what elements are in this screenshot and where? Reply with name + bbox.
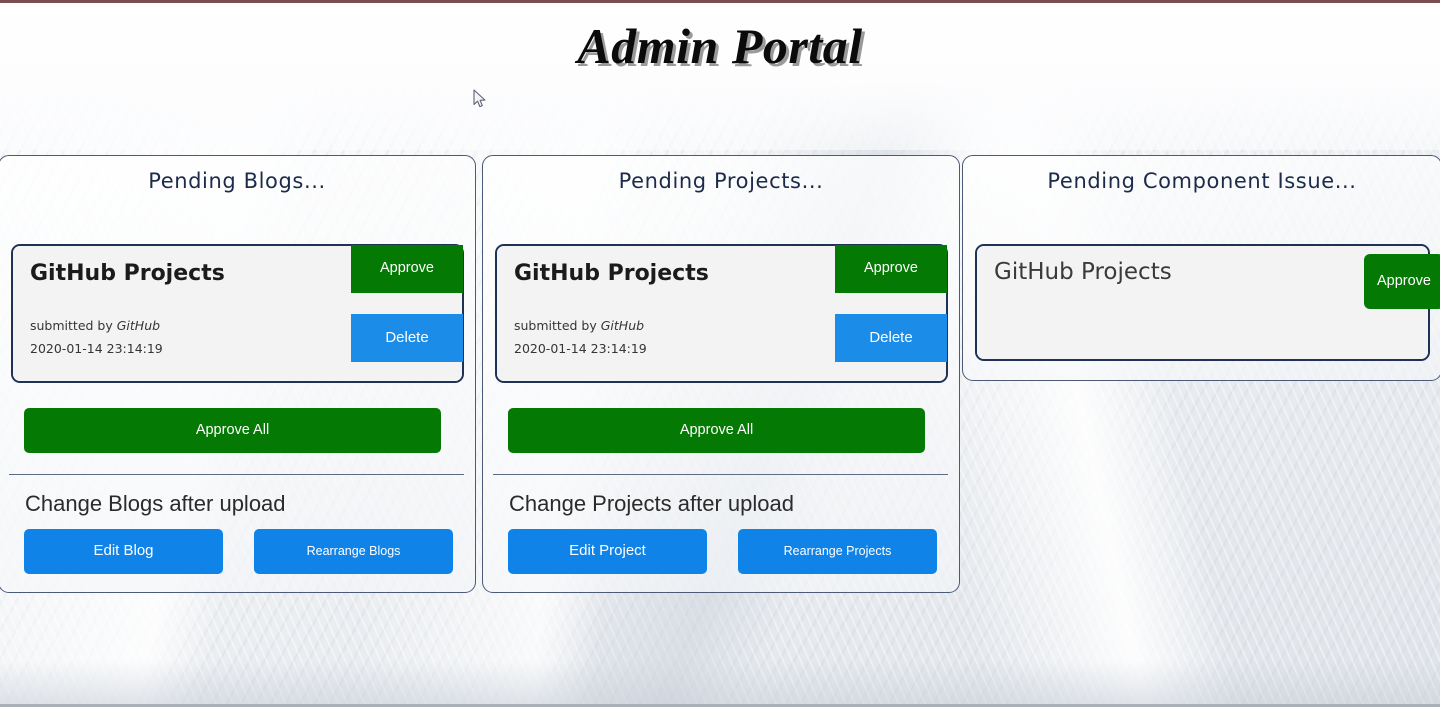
admin-portal-page: Admin Portal Pending Blogs... GitHub Pro… — [0, 0, 1440, 707]
pending-project-item-title: GitHub Projects — [514, 261, 709, 286]
approve-all-blogs-button[interactable]: Approve All — [24, 408, 441, 453]
pending-component-issue-card: Pending Component Issue... GitHub Projec… — [962, 155, 1440, 381]
pending-blog-item-title: GitHub Projects — [30, 261, 225, 286]
approve-component-issue-button[interactable]: Approve — [1364, 254, 1440, 309]
pending-project-item-submitted-by: submitted by GitHub — [514, 318, 644, 334]
submitted-prefix: submitted by — [514, 318, 601, 333]
pending-component-issue-item[interactable]: GitHub Projects Approve — [975, 244, 1440, 361]
pending-component-issue-item-body: GitHub Projects — [977, 246, 1428, 359]
submitted-prefix: submitted by — [30, 318, 117, 333]
pending-project-item[interactable]: GitHub Projects submitted by GitHub 2020… — [495, 244, 948, 383]
pending-project-item-timestamp: 2020-01-14 23:14:19 — [514, 341, 647, 356]
projects-section-label: Change Projects after upload — [509, 491, 794, 516]
approve-project-button[interactable]: Approve — [835, 245, 947, 293]
rearrange-projects-button[interactable]: Rearrange Projects — [738, 529, 937, 574]
blogs-divider — [9, 474, 464, 475]
pending-blog-item-timestamp: 2020-01-14 23:14:19 — [30, 341, 163, 356]
pending-projects-header: Pending Projects... — [618, 169, 824, 193]
delete-blog-button[interactable]: Delete — [351, 314, 463, 362]
blogs-section-label: Change Blogs after upload — [25, 491, 286, 516]
pending-blog-item-submitted-by: submitted by GitHub — [30, 318, 160, 334]
pending-blogs-card: Pending Blogs... GitHub Projects submitt… — [0, 155, 476, 593]
approve-all-projects-button[interactable]: Approve All — [508, 408, 925, 453]
edit-blog-button[interactable]: Edit Blog — [24, 529, 223, 574]
pending-projects-card: Pending Projects... GitHub Projects subm… — [482, 155, 960, 593]
pending-component-issue-header: Pending Component Issue... — [1047, 169, 1357, 193]
submitted-author: GitHub — [600, 318, 645, 333]
approve-blog-button[interactable]: Approve — [351, 245, 463, 293]
pending-blogs-header: Pending Blogs... — [148, 169, 326, 193]
rearrange-blogs-button[interactable]: Rearrange Blogs — [254, 529, 453, 574]
submitted-author: GitHub — [116, 318, 161, 333]
projects-divider — [493, 474, 948, 475]
edit-project-button[interactable]: Edit Project — [508, 529, 707, 574]
delete-project-button[interactable]: Delete — [835, 314, 947, 362]
pending-blog-item[interactable]: GitHub Projects submitted by GitHub 2020… — [11, 244, 464, 383]
page-title: Admin Portal — [577, 18, 863, 74]
window-top-edge — [0, 0, 1440, 3]
pending-component-issue-item-title: GitHub Projects — [994, 259, 1172, 285]
